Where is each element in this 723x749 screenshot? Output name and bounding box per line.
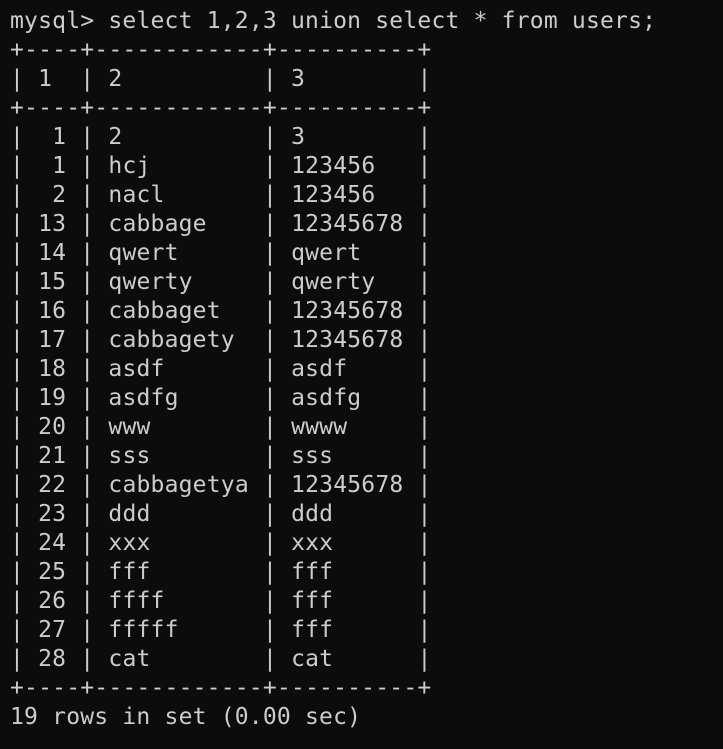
cell-col-3: 123456 — [291, 182, 376, 208]
cell-col-2: sss — [108, 443, 151, 469]
table-border-header: +----+------------+----------+ — [10, 95, 432, 121]
result-summary: 19 rows in set (0.00 sec) — [10, 704, 362, 730]
cell-col-3: 12345678 — [291, 211, 404, 237]
table-row: | 17 | cabbagety | 12345678 | — [10, 327, 432, 353]
terminal-window[interactable]: mysql> select 1,2,3 union select * from … — [0, 0, 723, 749]
table-border-top: +----+------------+----------+ — [10, 37, 432, 63]
header-col-3: 3 — [291, 66, 306, 92]
table-row: | 1 | hcj | 123456 | — [10, 153, 432, 179]
cell-col-2: ddd — [108, 501, 151, 527]
cell-col-3: qwert — [291, 240, 362, 266]
cell-col-3: asdf — [291, 356, 348, 382]
cell-col-1: 28 — [38, 646, 67, 672]
cell-col-1: 26 — [38, 588, 67, 614]
cell-col-2: hcj — [108, 153, 151, 179]
cell-col-2: cabbagety — [108, 327, 235, 353]
cell-col-3: sss — [291, 443, 334, 469]
cell-col-1: 19 — [38, 385, 67, 411]
cell-col-2: cat — [108, 646, 151, 672]
table-row: | 24 | xxx | xxx | — [10, 530, 432, 556]
cell-col-1: 24 — [38, 530, 67, 556]
cell-col-1: 20 — [38, 414, 67, 440]
cell-col-2: ffff — [108, 588, 165, 614]
cell-col-3: wwww — [291, 414, 348, 440]
cell-col-2: fff — [108, 559, 151, 585]
cell-col-3: fff — [291, 588, 334, 614]
table-row: | 26 | ffff | fff | — [10, 588, 432, 614]
cell-col-2: asdf — [108, 356, 165, 382]
cell-col-2: cabbaget — [108, 298, 221, 324]
table-row: | 13 | cabbage | 12345678 | — [10, 211, 432, 237]
header-col-2: 2 — [108, 66, 123, 92]
cell-col-3: 12345678 — [291, 298, 404, 324]
cell-col-3: 12345678 — [291, 472, 404, 498]
command-line: mysql> select 1,2,3 union select * from … — [10, 7, 723, 36]
cell-col-3: xxx — [291, 530, 334, 556]
cell-col-1: 13 — [38, 211, 67, 237]
table-row: | 16 | cabbaget | 12345678 | — [10, 298, 432, 324]
cell-col-1: 18 — [38, 356, 67, 382]
cell-col-2: cabbagetya — [108, 472, 249, 498]
table-row: | 20 | www | wwww | — [10, 414, 432, 440]
table-row: | 18 | asdf | asdf | — [10, 356, 432, 382]
cell-col-1: 1 — [52, 124, 67, 150]
cell-col-1: 21 — [38, 443, 67, 469]
cell-col-2: fffff — [108, 617, 179, 643]
table-row: | 28 | cat | cat | — [10, 646, 432, 672]
table-row: | 2 | nacl | 123456 | — [10, 182, 432, 208]
cell-col-2: qwert — [108, 240, 179, 266]
cell-col-3: fff — [291, 559, 334, 585]
cell-col-1: 14 — [38, 240, 67, 266]
table-row: | 1 | 2 | 3 | — [10, 124, 432, 150]
cell-col-2: qwerty — [108, 269, 193, 295]
cell-col-1: 27 — [38, 617, 67, 643]
table-border-bottom: +----+------------+----------+ — [10, 675, 432, 701]
table-row: | 22 | cabbagetya | 12345678 | — [10, 472, 432, 498]
table-row: | 25 | fff | fff | — [10, 559, 432, 585]
table-body: | 1 | 2 | 3 | | 1 | hcj | 123456 | | 2 | n… — [10, 123, 723, 674]
cell-col-3: 12345678 — [291, 327, 404, 353]
cell-col-3: qwerty — [291, 269, 376, 295]
cell-col-1: 2 — [52, 182, 67, 208]
table-row: | 21 | sss | sss | — [10, 443, 432, 469]
table-row: | 19 | asdfg | asdfg | — [10, 385, 432, 411]
table-row: | 27 | fffff | fff | — [10, 617, 432, 643]
cell-col-1: 1 — [52, 153, 67, 179]
cell-col-1: 16 — [38, 298, 67, 324]
cell-col-1: 17 — [38, 327, 67, 353]
cell-col-2: nacl — [108, 182, 165, 208]
cell-col-3: 123456 — [291, 153, 376, 179]
cell-col-1: 25 — [38, 559, 67, 585]
cell-col-1: 22 — [38, 472, 67, 498]
cell-col-1: 23 — [38, 501, 67, 527]
header-col-1: 1 — [38, 66, 53, 92]
cell-col-3: fff — [291, 617, 334, 643]
cell-col-3: cat — [291, 646, 334, 672]
mysql-prompt: mysql> — [10, 8, 95, 34]
cell-col-3: 3 — [291, 124, 306, 150]
cell-col-2: www — [108, 414, 151, 440]
table-row: | 23 | ddd | ddd | — [10, 501, 432, 527]
cell-col-2: 2 — [108, 124, 123, 150]
cell-col-2: cabbage — [108, 211, 207, 237]
table-row: | 14 | qwert | qwert | — [10, 240, 432, 266]
cell-col-2: asdfg — [108, 385, 179, 411]
cell-col-3: asdfg — [291, 385, 362, 411]
cell-col-1: 15 — [38, 269, 67, 295]
sql-command: select 1,2,3 union select * from users; — [108, 8, 657, 34]
table-header-row: | 1 | 2 | 3 | — [10, 66, 432, 92]
cell-col-3: ddd — [291, 501, 334, 527]
table-row: | 15 | qwerty | qwerty | — [10, 269, 432, 295]
cell-col-2: xxx — [108, 530, 151, 556]
